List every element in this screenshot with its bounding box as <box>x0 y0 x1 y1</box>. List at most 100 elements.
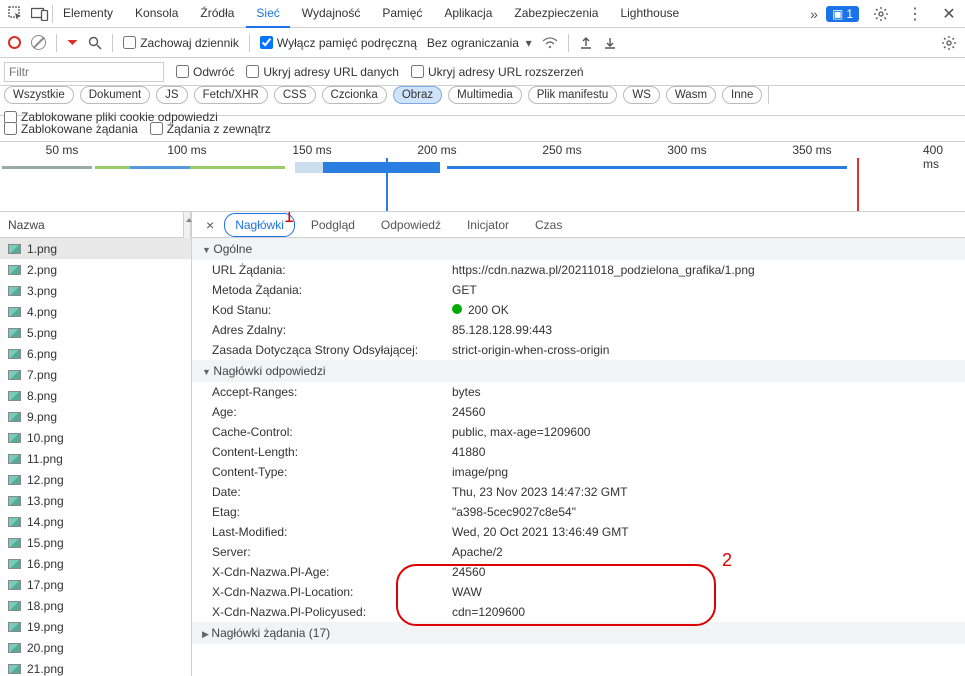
hide-ext-urls-checkbox[interactable]: Ukryj adresy URL rozszerzeń <box>411 65 584 79</box>
detail-tab-inicjator[interactable]: Inicjator <box>457 214 519 236</box>
tab-konsola[interactable]: Konsola <box>125 0 188 28</box>
separator <box>249 34 250 52</box>
timeline[interactable]: 50 ms100 ms150 ms200 ms250 ms300 ms350 m… <box>0 142 965 212</box>
file-row[interactable]: 10.png <box>0 427 191 448</box>
header-key: Accept-Ranges: <box>212 385 452 399</box>
chip-dokument[interactable]: Dokument <box>80 86 150 104</box>
tab-aplikacja[interactable]: Aplikacja <box>434 0 502 28</box>
file-row[interactable]: 19.png <box>0 616 191 637</box>
chip-fetch/xhr[interactable]: Fetch/XHR <box>194 86 268 104</box>
chip-czcionka[interactable]: Czcionka <box>322 86 387 104</box>
chip-plik manifestu[interactable]: Plik manifestu <box>528 86 618 104</box>
tab-wydajność[interactable]: Wydajność <box>292 0 371 28</box>
section-general[interactable]: Ogólne <box>192 238 965 260</box>
blocked-requests-checkbox[interactable]: Zablokowane żądania <box>4 122 138 136</box>
chip-inne[interactable]: Inne <box>722 86 762 104</box>
file-row[interactable]: 21.png <box>0 658 191 676</box>
file-row[interactable]: 16.png <box>0 553 191 574</box>
tick: 50 ms <box>46 143 79 157</box>
request-list-panel: Nazwa 1.png2.png 3.png 4.png 5.png 6.png7.pn… <box>0 212 192 676</box>
file-row[interactable]: 6.png <box>0 343 191 364</box>
close-detail-icon[interactable]: × <box>200 217 220 233</box>
kebab-icon[interactable]: ⋮ <box>903 2 927 26</box>
gear-icon[interactable] <box>869 2 893 26</box>
chip-multimedia[interactable]: Multimedia <box>448 86 522 104</box>
chip-css[interactable]: CSS <box>274 86 316 104</box>
header-key: URL Żądania: <box>212 263 452 277</box>
throttling-select[interactable]: Bez ograniczania ▾ <box>427 36 532 50</box>
detail-panel: × NagłówkiPodglądOdpowiedźInicjatorCzas … <box>192 212 965 676</box>
header-row: Etag:"a398-5cec9027c8e54" <box>192 502 965 522</box>
issues-badge[interactable]: ▣1 <box>826 6 859 22</box>
detail-tab-podgląd[interactable]: Podgląd <box>301 214 365 236</box>
third-party-checkbox[interactable]: Żądania z zewnątrz <box>150 122 271 136</box>
chip-js[interactable]: JS <box>156 86 187 104</box>
header-value: "a398-5cec9027c8e54" <box>452 505 576 519</box>
file-row[interactable]: 15.png <box>0 532 191 553</box>
tab-lighthouse[interactable]: Lighthouse <box>610 0 689 28</box>
separator <box>112 34 113 52</box>
file-name: 18.png <box>27 599 64 613</box>
tick: 350 ms <box>792 143 831 157</box>
chip-wszystkie[interactable]: Wszystkie <box>4 86 74 104</box>
file-row[interactable]: 4.png <box>0 301 191 322</box>
file-name: 5.png <box>27 326 57 340</box>
invert-checkbox[interactable]: Odwróć <box>176 65 234 79</box>
file-row[interactable]: 9.png <box>0 406 191 427</box>
tab-zabezpieczenia[interactable]: Zabezpieczenia <box>504 0 608 28</box>
detail-tab-odpowiedź[interactable]: Odpowiedź <box>371 214 451 236</box>
file-row[interactable]: 8.png <box>0 385 191 406</box>
tab-sieć[interactable]: Sieć <box>246 0 289 28</box>
wifi-icon[interactable] <box>542 37 558 49</box>
file-row[interactable]: 20.png <box>0 637 191 658</box>
detail-tabs: × NagłówkiPodglądOdpowiedźInicjatorCzas … <box>192 212 965 238</box>
more-tabs-icon[interactable]: » <box>802 2 826 26</box>
header-value: 41880 <box>452 445 485 459</box>
detail-body: Ogólne URL Żądania:https://cdn.nazwa.pl/… <box>192 238 965 676</box>
file-name: 3.png <box>27 284 57 298</box>
search-icon[interactable] <box>88 36 102 50</box>
separator <box>56 34 57 52</box>
image-file-icon <box>8 244 21 254</box>
device-icon[interactable] <box>28 2 52 26</box>
inspect-icon[interactable] <box>4 2 28 26</box>
file-row[interactable]: 5.png <box>0 322 191 343</box>
detail-tab-czas[interactable]: Czas <box>525 214 572 236</box>
chip-obraz[interactable]: Obraz <box>393 86 442 104</box>
file-row[interactable]: 2.png <box>0 259 191 280</box>
record-icon[interactable] <box>8 36 21 49</box>
tab-elementy[interactable]: Elementy <box>53 0 123 28</box>
clear-icon[interactable] <box>31 35 46 50</box>
upload-icon[interactable] <box>579 36 593 50</box>
file-row[interactable]: 3.png <box>0 280 191 301</box>
chip-wasm[interactable]: Wasm <box>666 86 716 104</box>
file-name: 13.png <box>27 494 64 508</box>
download-icon[interactable] <box>603 36 617 50</box>
file-list: 1.png2.png 3.png 4.png 5.png 6.png7.png8.png… <box>0 238 191 676</box>
close-icon[interactable]: ✕ <box>937 2 961 26</box>
file-row[interactable]: 17.png <box>0 574 191 595</box>
hide-data-urls-checkbox[interactable]: Ukryj adresy URL danych <box>246 65 399 79</box>
name-column-header[interactable]: Nazwa <box>0 212 183 238</box>
file-row[interactable]: 1.png <box>0 238 191 259</box>
filter-input[interactable] <box>4 62 164 82</box>
header-row: Content-Length:41880 <box>192 442 965 462</box>
filter-icon[interactable]: ⏷ <box>67 34 78 51</box>
file-name: 14.png <box>27 515 64 529</box>
file-row[interactable]: 14.png <box>0 511 191 532</box>
header-key: Zasada Dotycząca Strony Odsyłającej: <box>212 343 452 357</box>
section-response-headers[interactable]: Nagłówki odpowiedzi <box>192 360 965 382</box>
file-row[interactable]: 11.png <box>0 448 191 469</box>
chip-ws[interactable]: WS <box>623 86 660 104</box>
file-row[interactable]: 13.png <box>0 490 191 511</box>
file-row[interactable]: 7.png <box>0 364 191 385</box>
gear-icon[interactable] <box>941 35 957 51</box>
section-request-headers[interactable]: Nagłówki żądania (17) <box>192 622 965 644</box>
preserve-log-checkbox[interactable]: Zachowaj dziennik <box>123 36 239 50</box>
file-row[interactable]: 12.png <box>0 469 191 490</box>
tab-pamięć[interactable]: Pamięć <box>372 0 432 28</box>
annotation-1: 1 <box>284 212 294 227</box>
file-row[interactable]: 18.png <box>0 595 191 616</box>
tab-źródła[interactable]: Źródła <box>190 0 244 28</box>
disable-cache-checkbox[interactable]: Wyłącz pamięć podręczną <box>260 36 417 50</box>
